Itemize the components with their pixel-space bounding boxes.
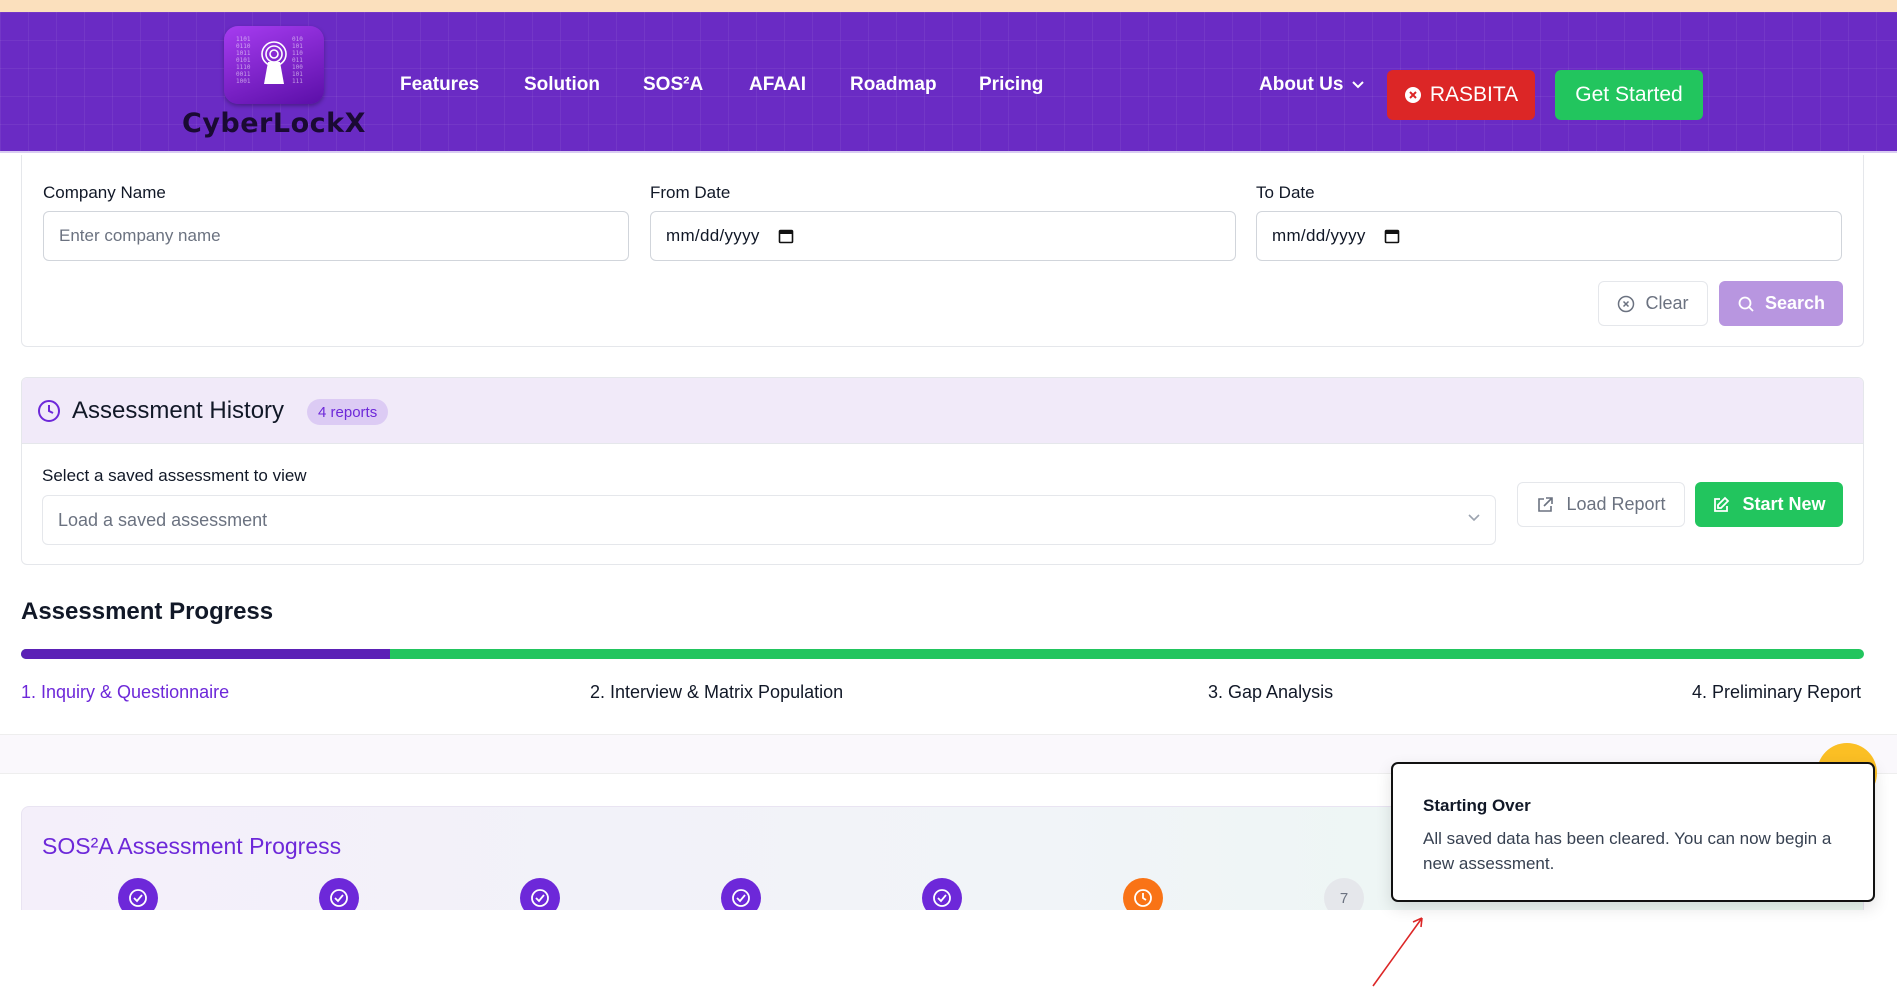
fingerprint-lock-icon [261, 41, 287, 84]
nav-roadmap[interactable]: Roadmap [850, 74, 937, 96]
sos2a-progress-title: SOS²A Assessment Progress [42, 833, 342, 859]
binary-pattern: 010 101 110 011 100 101 111 [292, 36, 303, 85]
nav-about-dropdown[interactable]: About Us [1259, 74, 1365, 96]
step-complete-icon[interactable] [520, 878, 560, 910]
chevron-down-icon [1468, 514, 1480, 522]
edit-icon [1714, 496, 1730, 512]
start-new-label: Start New [1742, 494, 1826, 514]
select-saved-label: Select a saved assessment to view [42, 466, 307, 485]
search-label: Search [1764, 293, 1826, 313]
rasbita-button[interactable]: RASBITA [1387, 70, 1535, 120]
to-date-value: mm/dd/yyyy [1272, 226, 1366, 245]
assessment-progress-bar [21, 649, 1864, 659]
clear-circle-icon [1618, 295, 1635, 312]
reports-count-badge: 4 reports [307, 399, 389, 425]
step-pending-number[interactable]: 7 [1324, 878, 1364, 910]
step-in-progress-clock-icon[interactable] [1123, 878, 1163, 910]
clear-label: Clear [1645, 293, 1689, 313]
assessment-progress-title: Assessment Progress [21, 598, 274, 625]
nav-pricing[interactable]: Pricing [979, 74, 1043, 96]
step-interview[interactable]: 2. Interview & Matrix Population [590, 682, 843, 703]
step-inquiry[interactable]: 1. Inquiry & Questionnaire [21, 682, 229, 703]
to-date-label: To Date [1256, 183, 1315, 202]
saved-assessment-select[interactable]: Load a saved assessment [42, 495, 1496, 545]
top-strip [0, 0, 1897, 12]
step-complete-icon[interactable] [721, 878, 761, 910]
starting-over-toast: Starting Over All saved data has been cl… [1391, 762, 1875, 902]
load-report-label: Load Report [1566, 494, 1666, 514]
company-name-input[interactable]: Enter company name [43, 211, 629, 261]
close-circle-icon [1404, 87, 1421, 103]
from-date-value: mm/dd/yyyy [666, 226, 760, 245]
saved-assessment-placeholder: Load a saved assessment [58, 509, 268, 530]
clock-icon [38, 400, 60, 422]
calendar-icon[interactable] [1384, 228, 1400, 244]
step-complete-icon[interactable] [922, 878, 962, 910]
calendar-icon[interactable] [778, 228, 794, 244]
assessment-history-title: Assessment History [72, 397, 285, 424]
step-preliminary-report[interactable]: 4. Preliminary Report [1692, 682, 1861, 703]
step-complete-icon[interactable] [319, 878, 359, 910]
toast-title: Starting Over [1423, 796, 1531, 815]
external-link-icon [1538, 496, 1554, 512]
step-complete-icon[interactable] [118, 878, 158, 910]
company-name-label: Company Name [43, 183, 166, 202]
assessment-history-card: Assessment History 4 reports Select a sa… [21, 377, 1864, 565]
get-started-button[interactable]: Get Started [1555, 70, 1703, 120]
logo[interactable]: 1101 0110 1011 0101 1110 0011 1001 010 1… [224, 26, 324, 104]
brand-name[interactable]: CyberLockX [182, 108, 366, 139]
from-date-input[interactable]: mm/dd/yyyy [650, 211, 1236, 261]
assessment-history-header: Assessment History 4 reports [22, 378, 1863, 444]
company-name-placeholder: Enter company name [59, 226, 221, 245]
navbar: 1101 0110 1011 0101 1110 0011 1001 010 1… [0, 12, 1897, 153]
start-new-button[interactable]: Start New [1695, 482, 1843, 527]
annotation-arrow [1372, 917, 1423, 987]
from-date-label: From Date [650, 183, 731, 202]
nav-about-label: About Us [1259, 74, 1344, 95]
chevron-down-icon [1352, 81, 1365, 89]
step-gap-analysis[interactable]: 3. Gap Analysis [1208, 682, 1333, 703]
load-report-button[interactable]: Load Report [1517, 482, 1685, 527]
assessment-progress-fill [21, 649, 390, 659]
nav-solution[interactable]: Solution [524, 74, 600, 96]
nav-afaai[interactable]: AFAAI [749, 74, 806, 96]
binary-pattern: 1101 0110 1011 0101 1110 0011 1001 [236, 36, 251, 85]
toast-message: All saved data has been cleared. You can… [1423, 829, 1832, 873]
nav-features[interactable]: Features [400, 74, 479, 96]
clear-button[interactable]: Clear [1598, 281, 1708, 326]
nav-sos2a[interactable]: SOS²A [643, 74, 703, 96]
search-button[interactable]: Search [1719, 281, 1843, 326]
to-date-input[interactable]: mm/dd/yyyy [1256, 211, 1842, 261]
search-filter-card: Company Name Enter company name From Dat… [21, 155, 1864, 347]
search-icon [1738, 296, 1754, 312]
rasbita-label: RASBITA [1429, 83, 1519, 106]
